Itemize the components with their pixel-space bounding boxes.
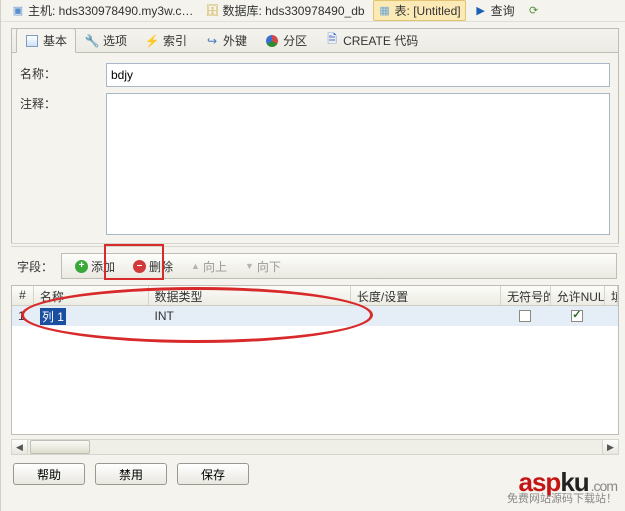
tab-create-code-label: CREATE 代码 [343,32,418,49]
plus-icon: + [75,260,88,273]
tab-options-label: 选项 [103,32,127,49]
move-down-label: 向下 [257,258,281,275]
move-up-label: 向上 [203,258,227,275]
host-icon: ▣ [11,4,25,18]
help-button[interactable]: 帮助 [13,463,85,485]
minus-icon: – [133,260,146,273]
scroll-right-arrow[interactable]: ▶ [602,440,618,454]
name-input[interactable] [106,63,610,87]
add-field-label: 添加 [91,258,115,275]
row-null-cell[interactable] [551,306,605,326]
form-area: 名称： 注释： [12,53,618,243]
table-icon: ▦ [378,4,392,18]
pie-icon [265,34,279,48]
row-name-cell[interactable]: 列 1 [34,306,149,326]
key-icon: ⚡ [145,34,159,48]
col-null-header[interactable]: 允许NULL [551,286,605,305]
basic-icon [25,34,39,48]
breadcrumb-table-label: 表: [Untitled] [395,2,461,19]
name-label: 名称： [20,63,100,87]
triangle-down-icon: ▼ [245,261,254,271]
row-unsigned-cell[interactable] [501,306,551,326]
app-window: ▣ 主机: hds330978490.my3w.c… 🗄 数据库: hds330… [0,0,625,511]
col-idx-header[interactable]: # [12,286,34,305]
refresh-icon: ⟳ [527,4,541,18]
col-fill-header[interactable]: 填 [605,286,618,305]
tab-basic[interactable]: 基本 [16,28,76,53]
breadcrumb-query[interactable]: ▶ 查询 [470,1,519,20]
tab-basic-label: 基本 [43,32,67,49]
tab-indexes-label: 索引 [163,32,187,49]
comment-label: 注释： [20,93,100,235]
scroll-thumb[interactable] [30,440,90,454]
remove-field-label: 删除 [149,258,173,275]
col-len-header[interactable]: 长度/设置 [351,286,501,305]
row-len-cell[interactable] [351,306,501,326]
fields-toolbar-row: 字段： + 添加 – 删除 ▲ 向上 ▼ 向下 [1,247,625,285]
wrench-icon: 🔧 [85,34,99,48]
breadcrumb-host[interactable]: ▣ 主机: hds330978490.my3w.c… [7,1,197,20]
tab-panel: 基本 🔧 选项 ⚡ 索引 ↪ 外键 分区 🗎 CREATE 代码 [11,28,619,243]
breadcrumb-bar: ▣ 主机: hds330978490.my3w.c… 🗄 数据库: hds330… [1,0,625,22]
breadcrumb-host-label: 主机: hds330978490.my3w.c… [28,2,193,19]
horizontal-scrollbar[interactable]: ◀ ▶ [11,439,619,455]
row-type-cell[interactable]: INT [149,306,351,326]
foreign-key-icon: ↪ [205,34,219,48]
comment-textarea[interactable] [106,93,610,235]
tab-partitions[interactable]: 分区 [256,28,316,53]
breadcrumb-query-label: 查询 [491,2,515,19]
watermark: aspku.com 免费网站源码下载站！ [507,469,617,505]
tab-partitions-label: 分区 [283,32,307,49]
sheet-icon: 🗎 [325,34,339,48]
checkbox-unsigned[interactable] [519,310,531,322]
save-button[interactable]: 保存 [177,463,249,485]
col-unsigned-header[interactable]: 无符号的 [501,286,551,305]
watermark-subtitle: 免费网站源码下载站！ [507,494,617,505]
move-up-button[interactable]: ▲ 向上 [184,255,234,278]
tab-create-code[interactable]: 🗎 CREATE 代码 [316,28,427,53]
breadcrumb-database[interactable]: 🗄 数据库: hds330978490_db [201,1,368,20]
add-field-button[interactable]: + 添加 [68,255,122,278]
breadcrumb-db-label: 数据库: hds330978490_db [222,2,364,19]
tab-indexes[interactable]: ⚡ 索引 [136,28,196,53]
tab-foreign-keys-label: 外键 [223,32,247,49]
database-icon: 🗄 [205,4,219,18]
grid-body: 1 列 1 INT [12,306,618,434]
col-name-header[interactable]: 名称 [34,286,149,305]
grid-header: # 名称 数据类型 长度/设置 无符号的 允许NULL 填 [12,286,618,306]
fields-label: 字段： [17,258,53,275]
watermark-com: .com [591,478,617,494]
triangle-up-icon: ▲ [191,261,200,271]
col-type-header[interactable]: 数据类型 [149,286,351,305]
breadcrumb-table[interactable]: ▦ 表: [Untitled] [373,0,466,21]
tab-bar: 基本 🔧 选项 ⚡ 索引 ↪ 外键 分区 🗎 CREATE 代码 [12,29,618,53]
scroll-left-arrow[interactable]: ◀ [12,440,28,454]
tab-foreign-keys[interactable]: ↪ 外键 [196,28,256,53]
disable-button[interactable]: 禁用 [95,463,167,485]
row-fill-cell[interactable] [605,306,618,326]
move-down-button[interactable]: ▼ 向下 [238,255,288,278]
breadcrumb-refresh[interactable]: ⟳ [523,3,545,19]
play-icon: ▶ [474,4,488,18]
checkbox-null[interactable] [571,310,583,322]
fields-toolbar: + 添加 – 删除 ▲ 向上 ▼ 向下 [61,253,617,279]
remove-field-button[interactable]: – 删除 [126,255,180,278]
table-row[interactable]: 1 列 1 INT [12,306,618,326]
tab-options[interactable]: 🔧 选项 [76,28,136,53]
fields-grid: # 名称 数据类型 长度/设置 无符号的 允许NULL 填 1 列 1 INT [11,285,619,435]
row-idx-cell: 1 [12,306,34,326]
